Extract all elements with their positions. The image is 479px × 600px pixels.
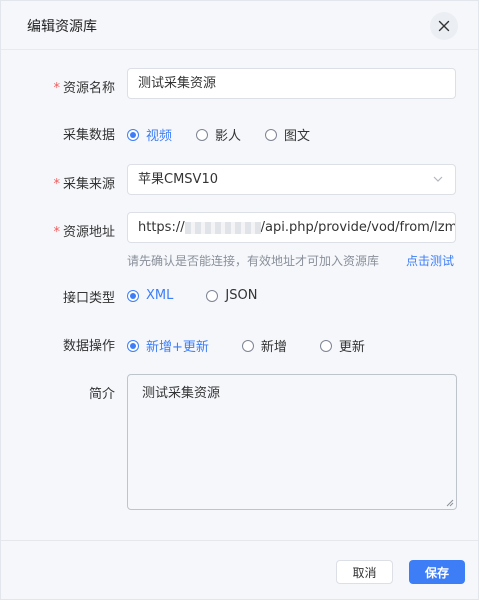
radio-circle: [265, 128, 278, 141]
interface-type-radio-group: XML JSON: [127, 288, 281, 303]
resource-address-input[interactable]: https:///api.php/provide/vod/from/lzm3u: [127, 212, 456, 243]
radio-json[interactable]: JSON: [206, 288, 257, 303]
data-op-radio-group: 新增+更新 新增 更新: [127, 336, 389, 355]
required-mark: *: [53, 81, 60, 96]
radio-circle: [196, 128, 209, 141]
close-button[interactable]: [430, 12, 458, 40]
name-label: * 资源名称: [53, 81, 115, 96]
resize-grip-icon[interactable]: [446, 499, 454, 507]
dialog-title: 编辑资源库: [27, 19, 97, 35]
radio-article[interactable]: 图文: [265, 125, 310, 144]
radio-video[interactable]: 视频: [127, 125, 172, 144]
cancel-button[interactable]: 取消: [336, 560, 393, 584]
data-op-label: 数据操作: [62, 339, 115, 354]
masked-domain: [184, 221, 261, 234]
collect-data-label: 采集数据: [62, 128, 115, 143]
interface-type-label: 接口类型: [62, 291, 115, 306]
save-button[interactable]: 保存: [409, 560, 465, 584]
radio-circle: [127, 339, 139, 352]
edit-resource-dialog: 编辑资源库 *资源名称 测试采集资源 采集数据 视频 影人 图文 *采集来源: [0, 0, 479, 600]
radio-circle: [319, 339, 332, 352]
radio-xml[interactable]: XML: [127, 288, 173, 303]
footer-divider: [1, 540, 478, 541]
resource-name-input[interactable]: 测试采集资源: [127, 68, 456, 99]
intro-label: 简介: [88, 387, 115, 402]
collect-data-radio-group: 视频 影人 图文: [127, 125, 334, 144]
source-select[interactable]: 苹果CMSV10: [127, 164, 456, 195]
intro-textarea[interactable]: 测试采集资源: [127, 374, 457, 510]
radio-circle: [127, 289, 139, 302]
source-select-value: 苹果CMSV10: [138, 172, 218, 187]
dialog-header: 编辑资源库: [1, 1, 478, 50]
address-hint: 请先确认是否能连接，有效地址才可加入资源库: [127, 254, 380, 268]
radio-actor[interactable]: 影人: [196, 125, 241, 144]
required-mark: *: [53, 225, 60, 240]
radio-add-update[interactable]: 新增+更新: [127, 336, 209, 355]
radio-circle: [206, 289, 219, 302]
resource-name-value: 测试采集资源: [138, 76, 217, 91]
radio-add[interactable]: 新增: [241, 336, 287, 355]
address-label: * 资源地址: [53, 225, 115, 240]
chevron-down-icon: [433, 176, 443, 182]
radio-update[interactable]: 更新: [319, 336, 365, 355]
radio-circle: [127, 128, 139, 141]
source-label: * 采集来源: [53, 177, 115, 192]
test-connection-link[interactable]: 点击测试: [406, 252, 454, 269]
required-mark: *: [53, 177, 60, 192]
close-icon: [438, 20, 450, 32]
radio-circle: [241, 339, 254, 352]
intro-textarea-value: 测试采集资源: [142, 386, 221, 401]
